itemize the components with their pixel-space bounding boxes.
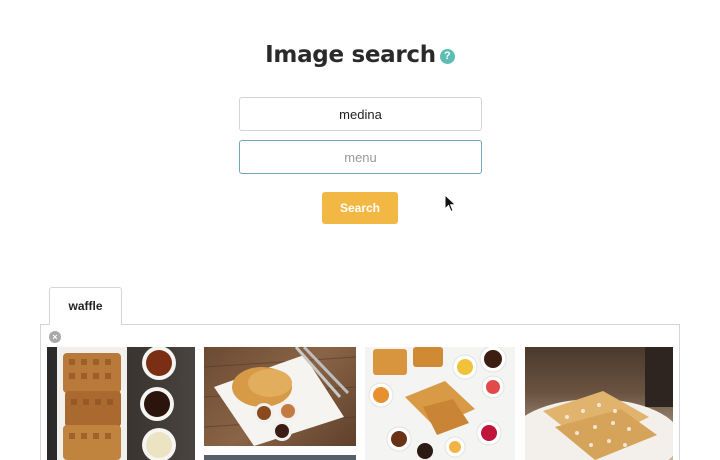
title-row: Image search? (0, 42, 720, 68)
location-input[interactable] (239, 97, 482, 131)
image-thumbnail-2[interactable] (204, 347, 356, 446)
image-thumbnail-3[interactable] (365, 347, 515, 460)
query-input[interactable] (239, 140, 482, 174)
waffles-plate-image (204, 347, 356, 446)
waffles-tray-image (57, 347, 176, 460)
mouse-cursor-icon (444, 194, 457, 213)
page-title: Image search (265, 42, 436, 68)
waffles-closeup-image (525, 347, 673, 460)
image-thumbnail-1[interactable] (47, 347, 195, 460)
search-button[interactable]: Search (322, 192, 398, 224)
close-icon[interactable]: × (49, 331, 61, 343)
tab-waffle[interactable]: waffle (49, 287, 122, 325)
image-thumbnail-4[interactable] (525, 347, 673, 460)
waffles-toppings-image (368, 347, 507, 459)
help-icon[interactable]: ? (439, 48, 455, 64)
image-thumbnail-5[interactable] (204, 455, 356, 460)
